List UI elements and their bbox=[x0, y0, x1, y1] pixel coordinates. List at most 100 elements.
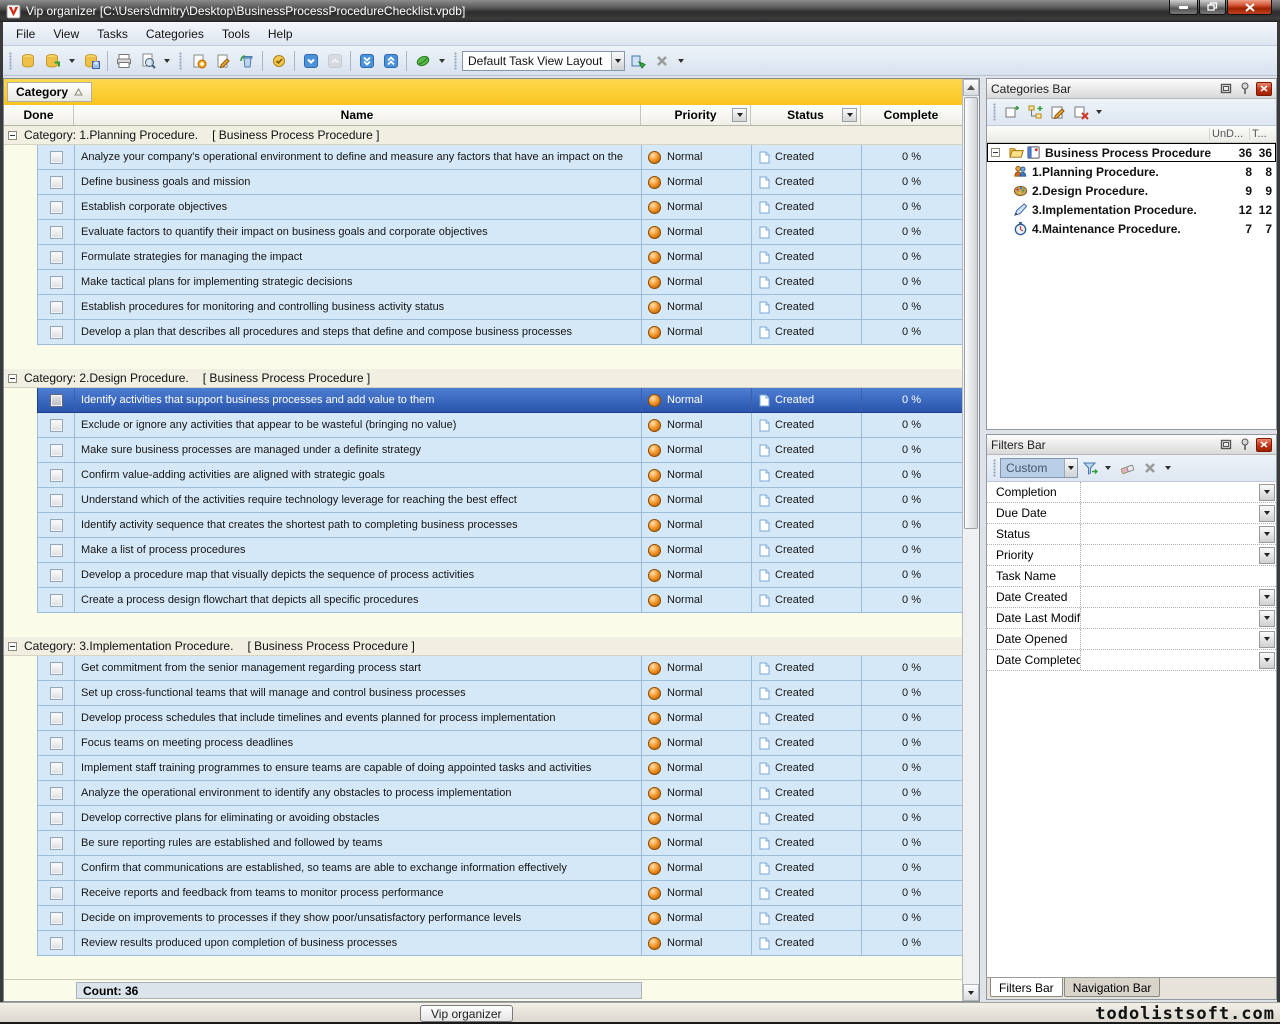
task-name-cell[interactable]: Analyze your company's operational envir… bbox=[75, 145, 642, 169]
column-header-done[interactable]: Done bbox=[4, 105, 74, 125]
task-status-cell[interactable]: Created bbox=[752, 706, 862, 730]
task-status-cell[interactable]: Created bbox=[752, 195, 862, 219]
restore-button[interactable] bbox=[1199, 0, 1226, 15]
task-complete-cell[interactable]: 0 % bbox=[862, 881, 961, 905]
task-priority-cell[interactable]: Normal bbox=[642, 270, 752, 294]
task-done-cell[interactable] bbox=[38, 488, 75, 512]
collapse-group-icon[interactable] bbox=[8, 131, 17, 140]
delete-filter-button[interactable] bbox=[1138, 457, 1161, 480]
menu-tools[interactable]: Tools bbox=[213, 23, 259, 45]
task-priority-cell[interactable]: Normal bbox=[642, 756, 752, 780]
filter-preset-combo[interactable]: Custom bbox=[1000, 458, 1078, 478]
dropdown-caret-icon[interactable] bbox=[1105, 466, 1111, 470]
task-done-cell[interactable] bbox=[38, 463, 75, 487]
filter-value-field[interactable] bbox=[1081, 524, 1259, 544]
task-done-cell[interactable] bbox=[38, 270, 75, 294]
task-complete-cell[interactable]: 0 % bbox=[862, 656, 961, 680]
task-checkbox[interactable] bbox=[50, 937, 63, 950]
task-checkbox[interactable] bbox=[50, 737, 63, 750]
task-row[interactable]: Implement staff training programmes to e… bbox=[37, 756, 962, 781]
task-name-cell[interactable]: Identify activities that support busines… bbox=[75, 388, 642, 412]
task-name-cell[interactable]: Set up cross-functional teams that will … bbox=[75, 681, 642, 705]
task-name-cell[interactable]: Develop process schedules that include t… bbox=[75, 706, 642, 730]
task-done-cell[interactable] bbox=[38, 195, 75, 219]
task-done-cell[interactable] bbox=[38, 706, 75, 730]
panel-close-icon[interactable] bbox=[1256, 438, 1272, 452]
task-name-cell[interactable]: Develop a procedure map that visually de… bbox=[75, 563, 642, 587]
task-status-cell[interactable]: Created bbox=[752, 513, 862, 537]
task-status-cell[interactable]: Created bbox=[752, 220, 862, 244]
task-complete-cell[interactable]: 0 % bbox=[862, 831, 961, 855]
task-status-cell[interactable]: Created bbox=[752, 931, 862, 955]
task-complete-cell[interactable]: 0 % bbox=[862, 856, 961, 880]
notifications-button[interactable] bbox=[411, 49, 434, 72]
task-done-cell[interactable] bbox=[38, 388, 75, 412]
task-status-cell[interactable]: Created bbox=[752, 906, 862, 930]
group-by-category-button[interactable]: Category bbox=[7, 82, 92, 102]
task-row[interactable]: Analyze the operational environment to i… bbox=[37, 781, 962, 806]
task-status-cell[interactable]: Created bbox=[752, 463, 862, 487]
task-done-cell[interactable] bbox=[38, 245, 75, 269]
filter-dropdown-button[interactable] bbox=[1259, 652, 1275, 669]
task-complete-cell[interactable]: 0 % bbox=[862, 170, 961, 194]
task-checkbox[interactable] bbox=[50, 712, 63, 725]
task-checkbox[interactable] bbox=[50, 862, 63, 875]
task-done-cell[interactable] bbox=[38, 756, 75, 780]
task-row[interactable]: Develop corrective plans for eliminating… bbox=[37, 806, 962, 831]
task-name-cell[interactable]: Review results produced upon completion … bbox=[75, 931, 642, 955]
task-checkbox[interactable] bbox=[50, 544, 63, 557]
task-done-cell[interactable] bbox=[38, 513, 75, 537]
task-complete-cell[interactable]: 0 % bbox=[862, 270, 961, 294]
task-priority-cell[interactable]: Normal bbox=[642, 295, 752, 319]
apply-filter-button[interactable] bbox=[1078, 457, 1101, 480]
clear-filter-button[interactable] bbox=[1115, 457, 1138, 480]
task-complete-cell[interactable]: 0 % bbox=[862, 145, 961, 169]
task-status-cell[interactable]: Created bbox=[752, 831, 862, 855]
task-status-cell[interactable]: Created bbox=[752, 295, 862, 319]
task-status-cell[interactable]: Created bbox=[752, 413, 862, 437]
task-done-cell[interactable] bbox=[38, 320, 75, 344]
task-row[interactable]: Formulate strategies for managing the im… bbox=[37, 245, 962, 270]
add-category-button[interactable] bbox=[1000, 101, 1023, 124]
task-status-cell[interactable]: Created bbox=[752, 270, 862, 294]
collapse-group-icon[interactable] bbox=[8, 642, 17, 651]
column-header-status[interactable]: Status bbox=[751, 105, 861, 125]
menu-file[interactable]: File bbox=[7, 23, 44, 45]
delete-task-button[interactable] bbox=[235, 49, 258, 72]
delete-layout-button[interactable] bbox=[650, 49, 673, 72]
task-name-cell[interactable]: Create a process design flowchart that d… bbox=[75, 588, 642, 612]
task-complete-cell[interactable]: 0 % bbox=[862, 781, 961, 805]
task-priority-cell[interactable]: Normal bbox=[642, 145, 752, 169]
panel-pin-icon[interactable] bbox=[1237, 82, 1253, 96]
task-priority-cell[interactable]: Normal bbox=[642, 856, 752, 880]
task-name-cell[interactable]: Decide on improvements to processes if t… bbox=[75, 906, 642, 930]
task-checkbox[interactable] bbox=[50, 787, 63, 800]
category-group-header[interactable]: Category: 2.Design Procedure.[ Business … bbox=[4, 369, 962, 388]
task-done-cell[interactable] bbox=[38, 881, 75, 905]
chevron-down-icon[interactable] bbox=[611, 52, 624, 70]
task-status-cell[interactable]: Created bbox=[752, 388, 862, 412]
task-priority-cell[interactable]: Normal bbox=[642, 413, 752, 437]
task-checkbox[interactable] bbox=[50, 762, 63, 775]
task-priority-cell[interactable]: Normal bbox=[642, 881, 752, 905]
task-row[interactable]: Establish corporate objectivesNormalCrea… bbox=[37, 195, 962, 220]
task-name-cell[interactable]: Exclude or ignore any activities that ap… bbox=[75, 413, 642, 437]
task-complete-cell[interactable]: 0 % bbox=[862, 513, 961, 537]
task-name-cell[interactable]: Formulate strategies for managing the im… bbox=[75, 245, 642, 269]
task-status-cell[interactable]: Created bbox=[752, 588, 862, 612]
task-name-cell[interactable]: Establish corporate objectives bbox=[75, 195, 642, 219]
filter-value-field[interactable] bbox=[1081, 587, 1259, 607]
task-row[interactable]: Make tactical plans for implementing str… bbox=[37, 270, 962, 295]
save-database-button[interactable] bbox=[80, 49, 103, 72]
task-status-cell[interactable]: Created bbox=[752, 806, 862, 830]
task-row[interactable]: Identify activity sequence that creates … bbox=[37, 513, 962, 538]
task-complete-cell[interactable]: 0 % bbox=[862, 388, 961, 412]
task-row[interactable]: Exclude or ignore any activities that ap… bbox=[37, 413, 962, 438]
task-done-cell[interactable] bbox=[38, 563, 75, 587]
task-row[interactable]: Receive reports and feedback from teams … bbox=[37, 881, 962, 906]
task-complete-cell[interactable]: 0 % bbox=[862, 245, 961, 269]
task-row[interactable]: Define business goals and missionNormalC… bbox=[37, 170, 962, 195]
task-complete-cell[interactable]: 0 % bbox=[862, 563, 961, 587]
task-priority-cell[interactable]: Normal bbox=[642, 388, 752, 412]
task-name-cell[interactable]: Understand which of the activities requi… bbox=[75, 488, 642, 512]
